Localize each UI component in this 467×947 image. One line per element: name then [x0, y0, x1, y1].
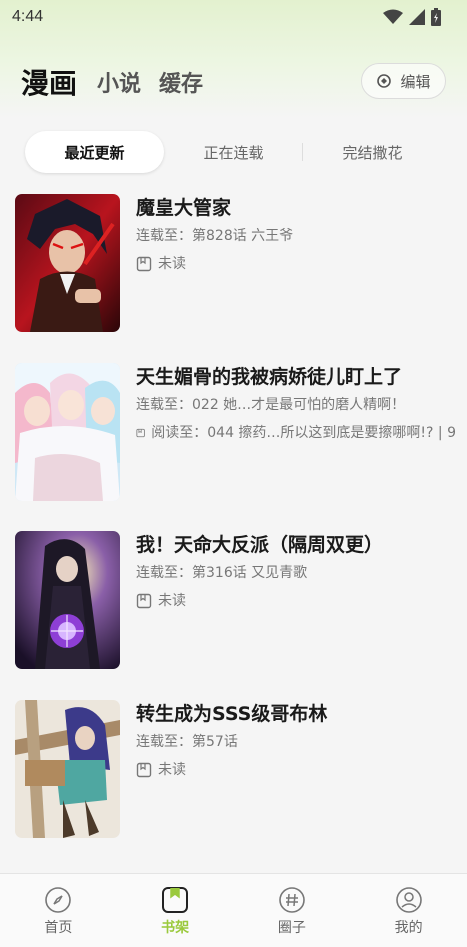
comic-info: 转生成为SSS级哥布林 连载至：第57话 未读: [136, 700, 456, 780]
comic-read-text: 未读: [158, 593, 186, 609]
wifi-icon: [383, 9, 403, 24]
bookmark-icon: [136, 593, 152, 609]
comic-latest: 连载至：第316话 又见青歌: [136, 565, 308, 581]
comic-info: 我！天命大反派（隔周双更） 连载至：第316话 又见青歌 未读: [136, 531, 456, 611]
edit-icon: [377, 74, 392, 88]
comic-cover[interactable]: [15, 363, 120, 501]
filter-bar: 最近更新 正在连载 完结撒花: [25, 131, 443, 173]
status-bar: 4:44: [0, 0, 467, 34]
comic-read-text: 未读: [158, 762, 186, 778]
bottom-nav: 首页 书架 圈子 我的: [0, 873, 467, 947]
comic-read-text: 阅读至：044 擦药…所以这到底是要擦哪啊!? | 9: [151, 425, 456, 441]
edit-button[interactable]: 编辑: [361, 63, 446, 99]
nav-home-label: 首页: [44, 919, 73, 936]
comic-info: 天生媚骨的我被病娇徒儿盯上了 连载至：022 她…才是最可怕的磨人精啊！ 阅读至…: [136, 363, 456, 443]
tab-comics[interactable]: 漫画: [21, 62, 77, 102]
nav-circle[interactable]: 圈子: [234, 874, 351, 947]
header: 漫画 小说 缓存 编辑: [0, 60, 467, 104]
filter-completed[interactable]: 完结撒花: [303, 131, 442, 173]
compass-icon: [45, 886, 72, 913]
nav-home[interactable]: 首页: [0, 874, 117, 947]
bookmark-icon: [136, 762, 152, 778]
list-item[interactable]: 我！天命大反派（隔周双更） 连载至：第316话 又见青歌 未读: [0, 531, 467, 671]
nav-circle-label: 圈子: [277, 919, 306, 936]
comic-latest: 连载至：第57话: [136, 734, 238, 750]
hashtag-icon: [279, 886, 305, 913]
status-time: 4:44: [12, 8, 44, 25]
comic-cover[interactable]: [15, 700, 120, 838]
comic-read-status: 未读: [136, 591, 456, 611]
filter-ongoing-label: 正在连载: [203, 143, 264, 162]
comic-title: 我！天命大反派（隔周双更）: [136, 534, 384, 556]
battery-icon: [431, 8, 441, 26]
comic-cover[interactable]: [15, 531, 120, 669]
comic-latest: 连载至：第828话 六王爷: [136, 228, 294, 244]
comic-title: 转生成为SSS级哥布林: [136, 703, 328, 725]
comic-read-status: 阅读至：044 擦药…所以这到底是要擦哪啊!? | 9: [136, 423, 456, 443]
bookmark-icon: [136, 428, 145, 438]
comic-info: 魔皇大管家 连载至：第828话 六王爷 未读: [136, 194, 456, 274]
comic-title: 天生媚骨的我被病娇徒儿盯上了: [136, 366, 403, 388]
bookmark-icon: [136, 256, 152, 272]
comic-read-text: 未读: [158, 256, 186, 272]
bookshelf-icon: [162, 886, 189, 913]
nav-bookshelf[interactable]: 书架: [117, 874, 234, 947]
list-item[interactable]: 转生成为SSS级哥布林 连载至：第57话 未读: [0, 700, 467, 840]
nav-profile[interactable]: 我的: [350, 874, 467, 947]
signal-icon: [409, 9, 425, 25]
comic-title: 魔皇大管家: [136, 197, 232, 219]
list-item[interactable]: 天生媚骨的我被病娇徒儿盯上了 连载至：022 她…才是最可怕的磨人精啊！ 阅读至…: [0, 363, 467, 503]
comic-read-status: 未读: [136, 760, 456, 780]
edit-label: 编辑: [400, 72, 431, 91]
nav-bookshelf-label: 书架: [161, 919, 190, 936]
tab-cache[interactable]: 缓存: [159, 66, 203, 98]
user-icon: [395, 886, 422, 913]
status-icons: [383, 8, 441, 26]
filter-recent[interactable]: 最近更新: [25, 131, 164, 173]
list-item[interactable]: 魔皇大管家 连载至：第828话 六王爷 未读: [0, 194, 467, 334]
comic-read-status: 未读: [136, 254, 456, 274]
comic-latest: 连载至：022 她…才是最可怕的磨人精啊！: [136, 397, 406, 413]
nav-profile-label: 我的: [394, 919, 423, 936]
comic-cover[interactable]: [15, 194, 120, 332]
tab-novels[interactable]: 小说: [97, 66, 141, 98]
filter-ongoing[interactable]: 正在连载: [164, 131, 303, 173]
